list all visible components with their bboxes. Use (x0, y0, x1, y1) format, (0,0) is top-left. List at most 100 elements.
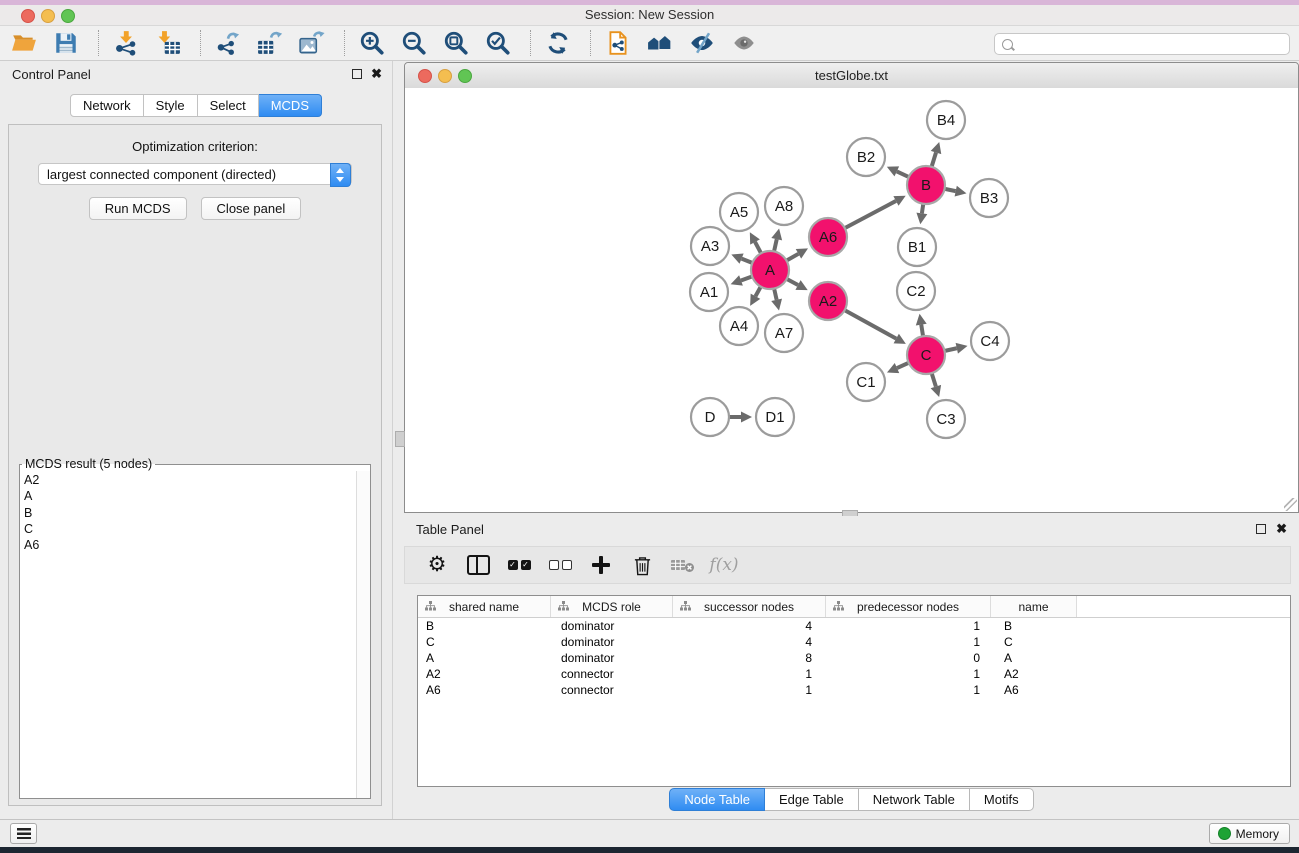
list-item[interactable]: A (24, 488, 356, 504)
graph-node-label: C1 (856, 374, 875, 391)
vertical-splitter-handle[interactable] (395, 431, 405, 447)
toolbar-separator (200, 30, 202, 56)
graph-node-label: B3 (980, 190, 998, 207)
network-file-icon[interactable] (604, 29, 632, 57)
select-stepper-icon[interactable] (330, 163, 351, 187)
edge-arrowhead-icon (956, 343, 968, 354)
add-column-icon[interactable] (589, 553, 613, 577)
import-network-icon[interactable] (112, 29, 140, 57)
float-panel-icon[interactable] (1256, 524, 1266, 534)
column-header-mcds-role[interactable]: MCDS role (551, 596, 673, 617)
tab-network[interactable]: Network (70, 94, 144, 117)
list-item[interactable]: A2 (24, 472, 356, 488)
zoom-in-icon[interactable] (358, 29, 386, 57)
search-input[interactable] (1017, 35, 1285, 53)
graph-node-label: C3 (936, 411, 955, 428)
edge-arrowhead-icon (916, 314, 927, 326)
open-session-icon[interactable] (10, 29, 38, 57)
import-table-icon[interactable] (154, 29, 182, 57)
network-window-titlebar[interactable]: testGlobe.txt (405, 63, 1298, 89)
save-session-icon[interactable] (52, 29, 80, 57)
table-row[interactable]: A6 connector 1 1 A6 (418, 682, 1290, 698)
result-scrollbar[interactable] (356, 471, 370, 798)
zoom-fit-icon[interactable] (442, 29, 470, 57)
column-layout-icon[interactable] (466, 553, 490, 577)
home-views-icon[interactable] (646, 29, 674, 57)
table-settings-gear-icon[interactable]: ⚙ (425, 553, 449, 577)
graph-node-label: A8 (775, 198, 793, 215)
graph-node-label: C (921, 347, 932, 364)
show-details-eye-icon[interactable] (730, 29, 758, 57)
mcds-result-list[interactable]: A2 A B C A6 (20, 471, 356, 798)
graph-node-label: A2 (819, 293, 837, 310)
select-all-columns-icon[interactable]: ✓✓ (507, 553, 531, 577)
search-field[interactable] (994, 33, 1290, 55)
graph-node-label: A4 (730, 318, 748, 335)
edge-arrowhead-icon (931, 385, 941, 397)
close-panel-icon[interactable]: ✖ (1276, 521, 1287, 537)
export-image-icon[interactable] (298, 29, 326, 57)
tab-mcds[interactable]: MCDS (259, 94, 322, 117)
float-panel-icon[interactable] (352, 69, 362, 79)
tree-column-icon (680, 601, 691, 611)
list-item[interactable]: C (24, 521, 356, 537)
graph-node-label: B1 (908, 239, 926, 256)
tab-select[interactable]: Select (198, 94, 259, 117)
tab-edge-table[interactable]: Edge Table (765, 788, 859, 811)
tab-motifs[interactable]: Motifs (970, 788, 1034, 811)
network-canvas[interactable]: B4B2BB3A8A5A6B1A3AA1C2A2A4A7C4CC1C3DD1 (405, 88, 1298, 512)
table-row[interactable]: B dominator 4 1 B (418, 618, 1290, 634)
function-builder-icon: f(x) (712, 553, 736, 577)
network-view-title: testGlobe.txt (405, 68, 1298, 83)
export-network-icon[interactable] (214, 29, 242, 57)
memory-status-dot-icon (1218, 827, 1231, 840)
toolbar-separator (590, 30, 592, 56)
graph-node-label: A5 (730, 204, 748, 221)
column-header-shared-name[interactable]: shared name (418, 596, 551, 617)
search-icon (1002, 39, 1013, 50)
list-item[interactable]: B (24, 505, 356, 521)
table-row[interactable]: C dominator 4 1 C (418, 634, 1290, 650)
run-mcds-button[interactable]: Run MCDS (89, 197, 187, 220)
memory-label: Memory (1236, 827, 1279, 841)
export-table-icon[interactable] (256, 29, 284, 57)
table-row[interactable]: A2 connector 1 1 A2 (418, 666, 1290, 682)
list-item[interactable]: A6 (24, 537, 356, 553)
close-panel-button[interactable]: Close panel (201, 197, 302, 220)
main-titlebar: Session: New Session (0, 5, 1299, 26)
close-panel-icon[interactable]: ✖ (371, 66, 382, 82)
memory-button[interactable]: Memory (1209, 823, 1290, 844)
column-header-successor-nodes[interactable]: successor nodes (673, 596, 826, 617)
resize-grip-icon[interactable] (1284, 498, 1297, 511)
graph-node-label: A7 (775, 325, 793, 342)
tree-column-icon (558, 601, 569, 611)
tab-node-table[interactable]: Node Table (669, 788, 765, 811)
application-window: Session: New Session (0, 0, 1299, 853)
hide-details-eye-icon[interactable] (688, 29, 716, 57)
tab-style[interactable]: Style (144, 94, 198, 117)
table-row[interactable]: A dominator 8 0 A (418, 650, 1290, 666)
toolbar-separator (530, 30, 532, 56)
task-list-button[interactable] (10, 823, 37, 844)
graph-node-label: A1 (700, 284, 718, 301)
criterion-select[interactable]: largest connected component (directed) (38, 163, 352, 185)
mcds-panel-body: Optimization criterion: largest connecte… (8, 124, 382, 806)
tab-network-table[interactable]: Network Table (859, 788, 970, 811)
edge-arrowhead-icon (771, 299, 782, 311)
zoom-out-icon[interactable] (400, 29, 428, 57)
edge-arrowhead-icon (771, 228, 782, 240)
edge-arrowhead-icon (741, 412, 752, 423)
zoom-selected-icon[interactable] (484, 29, 512, 57)
column-header-name[interactable]: name (991, 596, 1077, 617)
network-graph[interactable]: B4B2BB3A8A5A6B1A3AA1C2A2A4A7C4CC1C3DD1 (405, 88, 1298, 512)
column-header-predecessor-nodes[interactable]: predecessor nodes (826, 596, 991, 617)
criterion-selected-value: largest connected component (directed) (47, 167, 276, 182)
deselect-all-columns-icon[interactable] (548, 553, 572, 577)
graph-node-label: A6 (819, 229, 837, 246)
toolbar-separator (98, 30, 100, 56)
refresh-view-icon[interactable] (544, 29, 572, 57)
delete-column-icon[interactable] (630, 553, 654, 577)
edge-arrowhead-icon (931, 142, 942, 154)
mcds-result-legend: MCDS result (5 nodes) (22, 457, 155, 471)
graph-node-label: C4 (980, 333, 999, 350)
